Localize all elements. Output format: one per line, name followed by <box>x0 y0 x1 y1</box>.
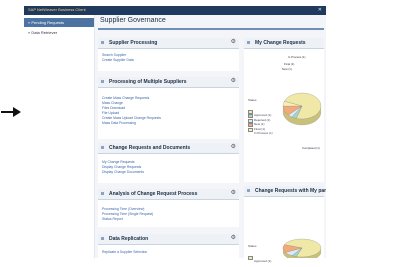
collapse-icon[interactable] <box>101 237 104 240</box>
link-processing-time-single[interactable]: Processing Time (Single Request) <box>102 212 153 216</box>
legend-swatch <box>248 127 253 132</box>
link-create-mass-upload-change-requests[interactable]: Create Mass Upload Change Requests <box>102 116 161 120</box>
panel-change-requests: Change Requests and Documents ⚙ My Chang… <box>98 143 239 183</box>
gear-icon[interactable]: ⚙ <box>231 235 236 242</box>
page-title: Supplier Governance <box>100 17 166 24</box>
panel-header[interactable]: Change Requests and Documents ⚙ <box>98 143 239 154</box>
collapse-icon[interactable] <box>247 41 250 44</box>
legend-title: Status <box>248 244 257 248</box>
link-search-supplier[interactable]: Search Supplier <box>102 53 126 57</box>
collapse-icon[interactable] <box>247 189 250 192</box>
legend-title: Status <box>248 98 257 102</box>
gear-icon[interactable]: ⚙ <box>231 78 236 85</box>
link-display-change-documents[interactable]: Display Change Documents <box>102 170 144 174</box>
panel-supplier-processing: Supplier Processing ⚙ Search Supplier Cr… <box>98 38 239 71</box>
collapse-icon[interactable] <box>101 192 104 195</box>
legend-item: Approved (1) <box>248 249 271 267</box>
gear-icon[interactable]: ⚙ <box>231 39 236 46</box>
legend-label: Approved (1) <box>254 259 272 263</box>
window-title: SAP NetWeaver Business Client <box>28 7 86 12</box>
pointer-arrow-icon <box>1 107 21 117</box>
pie-chart-participation <box>282 238 322 258</box>
link-create-mass-change-requests[interactable]: Create Mass Change Requests <box>102 96 149 100</box>
panel-header[interactable]: Analysis of Change Request Process ⚙ <box>98 189 239 200</box>
panel-data-replication: Data Replication ⚙ Replicate a Supplier … <box>98 234 239 258</box>
link-mass-change[interactable]: Mass Change <box>102 101 123 105</box>
panel-multiple-suppliers: Processing of Multiple Suppliers ⚙ Creat… <box>98 77 239 139</box>
panel-my-change-requests: My Change Requests Status Approved (1) Re… <box>244 38 324 182</box>
panel-header[interactable]: Supplier Processing ⚙ <box>98 38 239 49</box>
link-processing-time-overview[interactable]: Processing Time (Overview) <box>102 207 144 211</box>
link-replicate-supplier-selection[interactable]: Replicate a Supplier Selection <box>102 250 147 254</box>
collapse-icon[interactable] <box>101 80 104 83</box>
link-create-supplier-data[interactable]: Create Supplier Data <box>102 58 134 62</box>
panel-title: Data Replication <box>109 236 149 242</box>
link-mass-data-processing[interactable]: Mass Data Processing <box>102 121 136 125</box>
background-page <box>326 0 404 258</box>
panel-title: My Change Requests <box>255 40 306 46</box>
panel-title: Change Requests and Documents <box>109 145 191 151</box>
panel-header[interactable]: Processing of Multiple Suppliers ⚙ <box>98 77 239 88</box>
panel-title: Processing of Multiple Suppliers <box>109 79 187 85</box>
collapse-icon[interactable] <box>101 41 104 44</box>
sidebar: » Pending Requests » Data Retriever <box>24 15 95 258</box>
title-bar: SAP NetWeaver Business Client ✕ <box>24 6 326 15</box>
panel-analysis: Analysis of Change Request Process ⚙ Pro… <box>98 189 239 227</box>
pie-chart-my-requests <box>282 92 322 126</box>
link-files-download[interactable]: Files Download <box>102 106 125 110</box>
close-icon[interactable]: ✕ <box>318 7 322 13</box>
title-underline <box>98 28 324 30</box>
gear-icon[interactable]: ⚙ <box>231 144 236 151</box>
link-status-report[interactable]: Status Report <box>102 217 123 221</box>
panel-header[interactable]: My Change Requests <box>244 38 324 49</box>
sidebar-item-pending-requests[interactable]: » Pending Requests <box>24 18 94 27</box>
gear-icon[interactable]: ⚙ <box>231 190 236 197</box>
sidebar-item-data-retriever[interactable]: » Data Retriever <box>24 28 94 37</box>
legend-label: In Process (1) <box>254 131 273 135</box>
panel-title: Analysis of Change Request Process <box>109 191 198 197</box>
slice-label: Final (1) <box>284 62 295 66</box>
slice-label: In Process (1) <box>288 55 306 59</box>
panel-header[interactable]: Data Replication ⚙ <box>98 234 239 245</box>
link-my-change-requests[interactable]: My Change Requests <box>102 160 135 164</box>
panel-title: Supplier Processing <box>109 40 158 46</box>
collapse-icon[interactable] <box>101 146 104 149</box>
link-file-upload[interactable]: File Upload <box>102 111 119 115</box>
panel-header[interactable]: Change Requests with My participation <box>244 186 348 197</box>
panel-participation: Change Requests with My participation St… <box>244 186 348 263</box>
link-display-change-requests[interactable]: Display Change Requests <box>102 165 141 169</box>
legend-item: In Process (1) <box>248 121 273 139</box>
